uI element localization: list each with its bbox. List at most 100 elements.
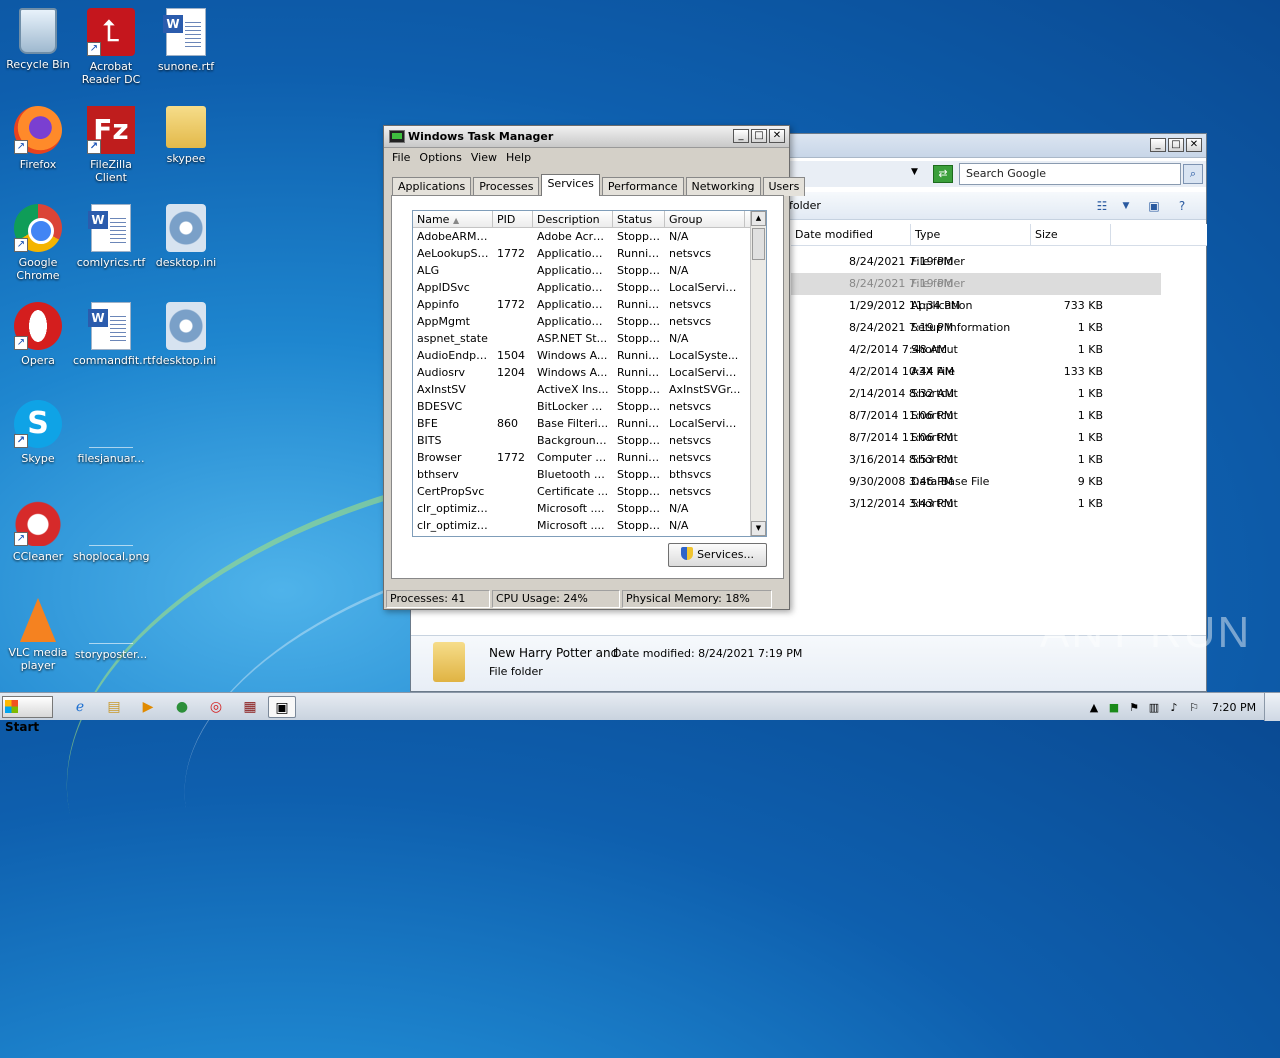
tab-applications[interactable]: Applications	[392, 177, 472, 196]
opera-taskbar-icon[interactable]: ◎	[202, 696, 230, 718]
chevron-down-icon[interactable]: ▼	[1117, 197, 1135, 215]
service-row[interactable]: Appinfo 1772 Application ... Running netsvcs	[413, 296, 766, 313]
action-center-icon[interactable]: ⚑	[1124, 701, 1144, 714]
media-player-icon[interactable]: ▶	[134, 696, 162, 718]
service-row[interactable]: clr_optimiza... Microsoft .... Stopped N/A	[413, 517, 766, 534]
service-row[interactable]: Browser 1772 Computer B... Running netsvcs	[413, 449, 766, 466]
vertical-scrollbar[interactable]: ▲ ▼	[750, 211, 766, 536]
service-row[interactable]: CertPropSvc Certificate ... Stopped netsvcs	[413, 483, 766, 500]
file-row[interactable]: 9/30/2008 3:46 PM Data Base File 9 KB	[791, 471, 1161, 493]
desktop-icon-storyposter[interactable]: storyposter...	[73, 596, 149, 661]
clock[interactable]: 7:20 PM	[1204, 701, 1264, 714]
tab-services[interactable]: Services	[541, 174, 600, 196]
service-row[interactable]: BITS Background... Stopped netsvcs	[413, 432, 766, 449]
file-row[interactable]: 3/16/2014 8:53 PM Shortcut 1 KB	[791, 449, 1161, 471]
desktop-icon-skypee[interactable]: skypee	[148, 106, 224, 165]
column-size[interactable]: Size	[1031, 224, 1111, 245]
file-row[interactable]: 1/29/2012 11:34 PM Application 733 KB	[791, 295, 1161, 317]
view-options-icon[interactable]: ☷	[1093, 197, 1111, 215]
service-row[interactable]: AppMgmt Application ... Stopped netsvcs	[413, 313, 766, 330]
column-type[interactable]: Type	[911, 224, 1031, 245]
file-row[interactable]: 4/2/2014 7:48 AM Shortcut 1 KB	[791, 339, 1161, 361]
menu-view[interactable]: View	[468, 148, 503, 168]
winrar-icon[interactable]: ▦	[236, 696, 264, 718]
address-dropdown-icon[interactable]: ▼	[911, 167, 918, 177]
menu-help[interactable]: Help	[503, 148, 537, 168]
tab-users[interactable]: Users	[762, 177, 806, 196]
file-row[interactable]: 8/24/2021 7:19 PM Setup Information 1 KB	[791, 317, 1161, 339]
column-status[interactable]: Status	[613, 211, 665, 227]
show-desktop-button[interactable]	[1264, 693, 1280, 721]
minimize-button[interactable]: _	[1150, 138, 1166, 152]
service-row[interactable]: bthserv Bluetooth S... Stopped bthsvcs	[413, 466, 766, 483]
file-row[interactable]: 8/7/2014 11:06 PM Shortcut 1 KB	[791, 405, 1161, 427]
internet-explorer-icon[interactable]: ℯ	[66, 696, 94, 718]
file-explorer-icon[interactable]: ▤	[100, 696, 128, 718]
task-manager-taskbar-icon[interactable]: ▣	[268, 696, 296, 718]
services-button[interactable]: Services...	[668, 543, 767, 567]
menu-file[interactable]: File	[389, 148, 416, 168]
search-icon[interactable]: ⌕	[1183, 164, 1203, 184]
desktop-icon-filesjanuar[interactable]: filesjanuar...	[73, 400, 149, 465]
task-manager-window[interactable]: Windows Task Manager _ □ ✕ File Options …	[383, 125, 806, 610]
desktop-icon-comlyrics[interactable]: W comlyrics.rtf	[73, 204, 149, 269]
desktop-icon-ccleaner[interactable]: ↗ CCleaner	[0, 498, 76, 563]
column-pid[interactable]: PID	[493, 211, 533, 227]
show-hidden-icons-icon[interactable]: ▲	[1084, 701, 1104, 714]
scroll-down-icon[interactable]: ▼	[751, 521, 766, 536]
task-manager-tray-icon[interactable]: ■	[1104, 701, 1124, 714]
column-date-modified[interactable]: Date modified	[791, 224, 911, 245]
desktop-icon-filezilla[interactable]: Fz ↗ FileZilla Client	[73, 106, 149, 184]
service-row[interactable]: AeLookupSvc 1772 Application ... Running net…	[413, 245, 766, 262]
help-icon[interactable]: ?	[1173, 197, 1191, 215]
service-row[interactable]: AdobeARMs... Adobe Acro... Stopped N/A	[413, 228, 766, 245]
minimize-button[interactable]: _	[733, 129, 749, 143]
desktop-icon-desktop-ini-1[interactable]: desktop.ini	[148, 204, 224, 269]
desktop-icon-vlc[interactable]: VLC media player	[0, 596, 76, 672]
service-row[interactable]: clr_optimiza... Microsoft .... Stopped N/A	[413, 500, 766, 517]
scrollbar-thumb[interactable]	[752, 228, 765, 260]
file-row[interactable]: 4/2/2014 10:44 AM A3X File 133 KB	[791, 361, 1161, 383]
file-row[interactable]: 2/14/2014 8:32 AM Shortcut 1 KB	[791, 383, 1161, 405]
desktop-icon-shoplocal[interactable]: shoplocal.png	[73, 498, 149, 563]
maximize-button[interactable]: □	[751, 129, 767, 143]
scroll-up-icon[interactable]: ▲	[751, 211, 766, 226]
service-row[interactable]: AxInstSV ActiveX Ins... Stopped AxInstSVGr.…	[413, 381, 766, 398]
column-name[interactable]: Name ▲	[413, 211, 493, 227]
task-manager-titlebar[interactable]: Windows Task Manager _ □ ✕	[384, 126, 789, 148]
service-row[interactable]: AppIDSvc Application ... Stopped LocalServi…	[413, 279, 766, 296]
file-row[interactable]: 8/24/2021 7:19 PM File folder	[791, 251, 1161, 273]
desktop-icon-desktop-ini-2[interactable]: desktop.ini	[148, 302, 224, 367]
tab-processes[interactable]: Processes	[473, 177, 540, 196]
service-row[interactable]: AudioEndpoi... 1504 Windows A... Running Loc…	[413, 347, 766, 364]
preview-pane-icon[interactable]: ▣	[1145, 197, 1163, 215]
file-row[interactable]: 8/7/2014 11:06 PM Shortcut 1 KB	[791, 427, 1161, 449]
desktop-icon-firefox[interactable]: ↗ Firefox	[0, 106, 76, 171]
close-button[interactable]: ✕	[1186, 138, 1202, 152]
chrome-taskbar-icon[interactable]: ●	[168, 696, 196, 718]
refresh-icon[interactable]: ⇄	[933, 165, 953, 183]
service-row[interactable]: BFE 860 Base Filteri... Running LocalServic.…	[413, 415, 766, 432]
column-group[interactable]: Group	[665, 211, 745, 227]
flag-icon[interactable]: ⚐	[1184, 701, 1204, 714]
desktop-icon-skype[interactable]: S ↗ Skype	[0, 400, 76, 465]
file-row[interactable]: 8/24/2021 7:19 PM File folder	[791, 273, 1161, 295]
service-row[interactable]: BDESVC BitLocker D... Stopped netsvcs	[413, 398, 766, 415]
desktop-icon-chrome[interactable]: ↗ Google Chrome	[0, 204, 76, 282]
service-row[interactable]: Audiosrv 1204 Windows A... Running LocalServ…	[413, 364, 766, 381]
search-input[interactable]: Search Google	[959, 163, 1181, 185]
desktop-icon-opera[interactable]: ↗ Opera	[0, 302, 76, 367]
network-icon[interactable]: ▥	[1144, 701, 1164, 714]
tab-performance[interactable]: Performance	[601, 177, 684, 196]
volume-icon[interactable]: ♪	[1164, 701, 1184, 714]
column-description[interactable]: Description	[533, 211, 613, 227]
service-row[interactable]: ALG Application ... Stopped N/A	[413, 262, 766, 279]
desktop-icon-sunone[interactable]: W sunone.rtf	[148, 8, 224, 73]
tab-networking[interactable]: Networking	[685, 177, 761, 196]
desktop-icon-commandfit[interactable]: W commandfit.rtf	[73, 302, 155, 367]
service-row[interactable]: aspnet_state ASP.NET St... Stopped N/A	[413, 330, 766, 347]
desktop-icon-recycle-bin[interactable]: Recycle Bin	[0, 8, 76, 71]
desktop-icon-acrobat[interactable]: ⮤ ↗ Acrobat Reader DC	[73, 8, 149, 86]
maximize-button[interactable]: □	[1168, 138, 1184, 152]
services-list[interactable]: Name ▲ PID Description Status Group Adob…	[412, 210, 767, 537]
